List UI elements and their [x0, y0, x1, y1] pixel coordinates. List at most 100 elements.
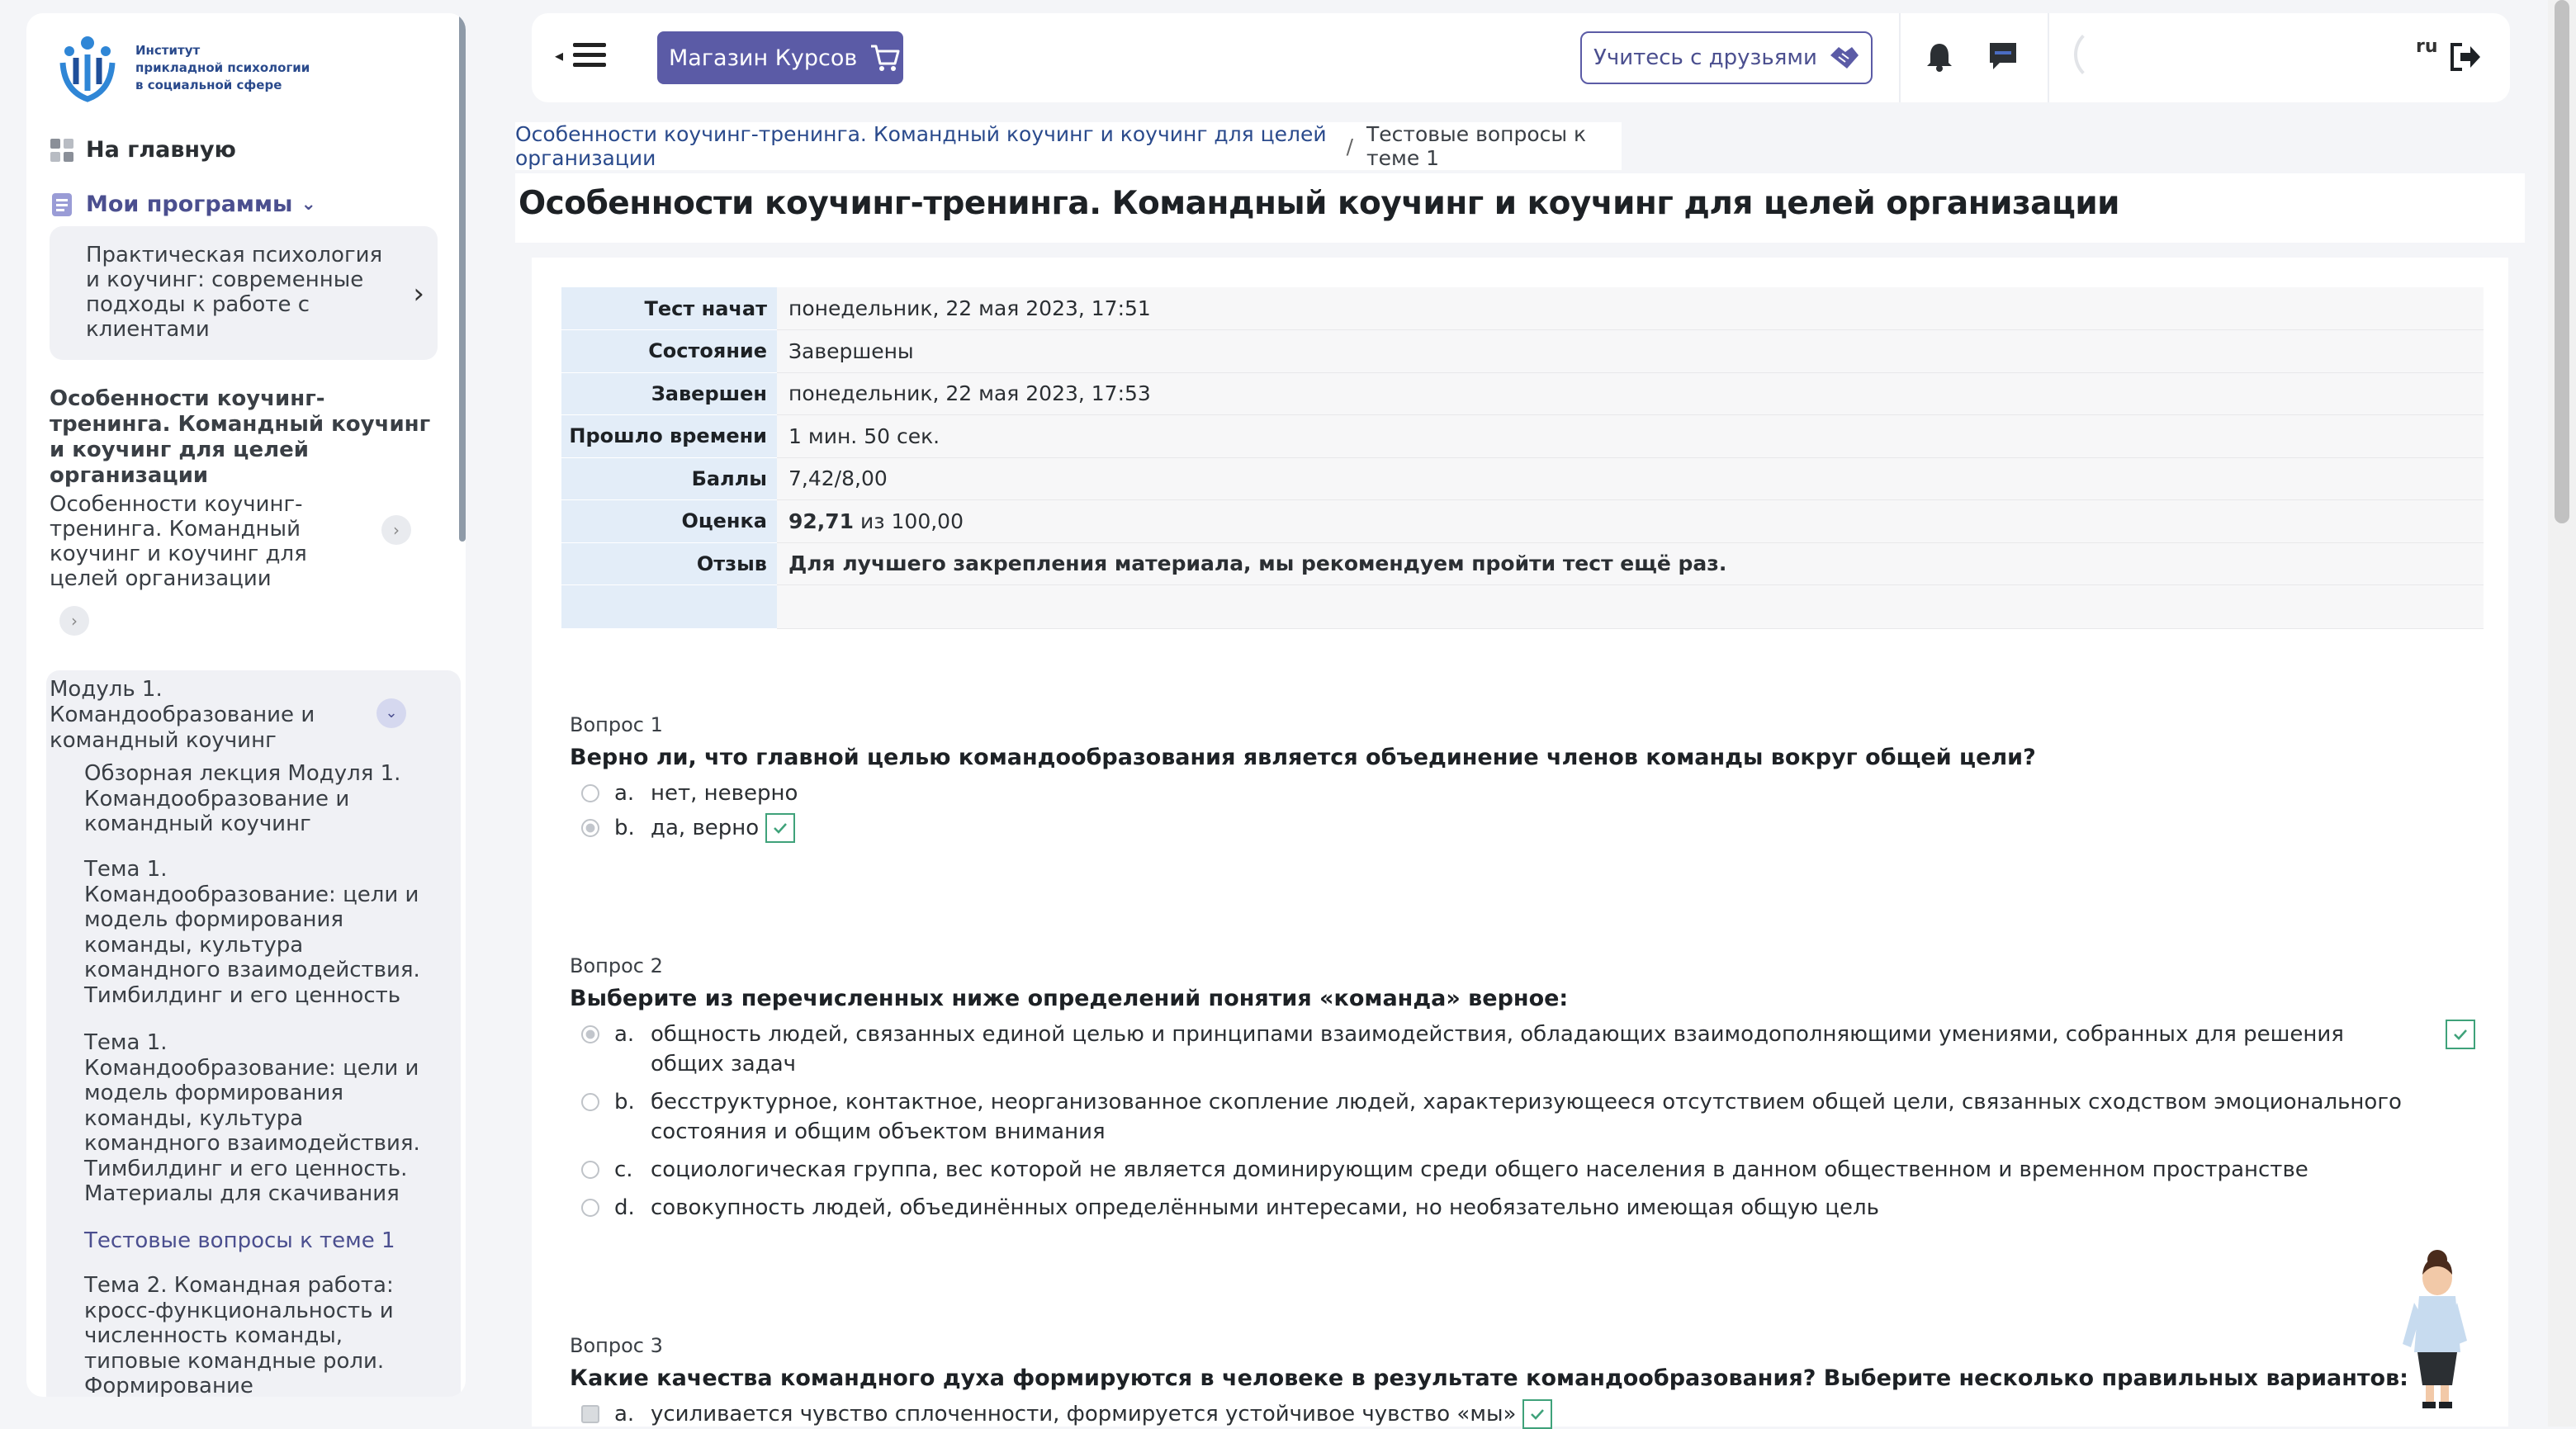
answer-text: совокупность людей, объединённых определ…	[651, 1195, 1879, 1220]
institute-logo[interactable]: Институт прикладной психологии в социаль…	[56, 33, 310, 102]
answer-radio[interactable]	[581, 1161, 599, 1179]
study-with-friends-button[interactable]: Учитесь с друзьями	[1580, 31, 1873, 84]
answer-letter: d.	[614, 1195, 635, 1220]
summary-value: 1 мин. 50 сек.	[777, 414, 2484, 458]
grade-max: из 100,00	[854, 509, 964, 533]
answer-letter: a.	[614, 1402, 635, 1427]
dashboard-icon	[50, 138, 73, 162]
collapse-left-icon: ◂	[555, 45, 564, 65]
header-divider	[1899, 13, 1901, 102]
module-item[interactable]: Тема 1. Командообразование: цели и модел…	[84, 857, 423, 1008]
question-3: Вопрос 3 Какие качества командного духа …	[570, 1334, 2493, 1429]
summary-row: Отзыв Для лучшего закрепления материала, …	[561, 542, 2484, 585]
language-switch[interactable]: ru	[2416, 38, 2438, 56]
summary-label: Баллы	[561, 457, 777, 500]
answer-text: социологическая группа, вес которой не я…	[651, 1157, 2308, 1182]
correct-check-icon	[2446, 1020, 2475, 1049]
program-card[interactable]: Практическая психология и коучинг: совре…	[50, 226, 438, 360]
sidebar-scrollbar[interactable]	[459, 13, 466, 542]
question-text: Выберите из перечисленных ниже определен…	[570, 986, 1569, 1011]
quiz-review: Тест начат понедельник, 22 мая 2023, 17:5…	[532, 258, 2508, 1429]
attempt-summary-table: Тест начат понедельник, 22 мая 2023, 17:5…	[561, 287, 2484, 629]
home-label: На главную	[86, 137, 236, 163]
course-expand-button[interactable]: ›	[381, 515, 411, 545]
user-avatar-loading[interactable]	[2074, 26, 2130, 83]
module-item[interactable]: Тема 2. Командная работа: кросс-функцион…	[84, 1273, 423, 1397]
bell-icon[interactable]	[1924, 41, 1955, 73]
answer-option: c. социологическая группа, вес которой н…	[570, 1155, 2493, 1185]
page-title: Особенности коучинг-тренинга. Командный …	[519, 185, 2120, 222]
answer-radio-selected[interactable]	[581, 819, 599, 837]
module-item[interactable]: Тема 1. Командообразование: цели и модел…	[84, 1030, 423, 1207]
course-item[interactable]: Особенности коучинг-тренинга. Командный …	[50, 492, 330, 591]
my-programs-label: Мои программы	[86, 192, 293, 217]
top-header: ◂ Магазин Курсов Учитесь с друзьями ru	[532, 13, 2510, 102]
answer-radio[interactable]	[581, 1093, 599, 1111]
assistant-avatar[interactable]	[2386, 1245, 2485, 1410]
summary-row: Прошло времени 1 мин. 50 сек.	[561, 414, 2484, 458]
summary-row: Баллы 7,42/8,00	[561, 457, 2484, 500]
summary-value: Завершены	[777, 329, 2484, 373]
answer-option: b. да, верно	[570, 813, 2493, 843]
program-card-label: Практическая психология и коучинг: совре…	[86, 243, 383, 342]
question-number: Вопрос 3	[570, 1334, 663, 1357]
answer-radio-selected[interactable]	[581, 1025, 599, 1043]
answer-text: да, верно	[651, 816, 760, 840]
correct-check-icon	[1522, 1399, 1553, 1429]
page-scrollbar-thumb[interactable]	[2555, 0, 2569, 523]
breadcrumb-current: Тестовые вопросы к теме 1	[1366, 122, 1587, 170]
course-title: Особенности коучинг-тренинга. Командный …	[50, 386, 431, 488]
module-title[interactable]: Модуль 1. Командообразование и командный…	[50, 677, 363, 754]
breadcrumb-course-link[interactable]: Особенности коучинг-тренинга. Командный …	[515, 122, 1333, 170]
answer-option: a. общность людей, связанных единой цель…	[570, 1020, 2493, 1079]
page-scrollbar[interactable]	[2548, 0, 2576, 1427]
answer-letter: b.	[614, 1090, 635, 1114]
summary-label: Прошло времени	[561, 414, 777, 458]
summary-label: Завершен	[561, 372, 777, 415]
module-item[interactable]: Обзорная лекция Модуля 1. Командообразов…	[84, 761, 423, 837]
course-shop-label: Магазин Курсов	[669, 45, 858, 71]
chevron-right-icon: ›	[413, 277, 424, 310]
answer-option: a. усиливается чувство сплоченности, фор…	[570, 1399, 2493, 1429]
summary-label: Тест начат	[561, 287, 777, 330]
question-number: Вопрос 2	[570, 954, 663, 977]
home-link[interactable]: На главную	[50, 137, 236, 163]
breadcrumb-separator: /	[1346, 134, 1354, 159]
summary-value: Для лучшего закрепления материала, мы ре…	[777, 542, 2484, 585]
logout-icon[interactable]	[2449, 41, 2482, 73]
answer-text: общность людей, связанных единой целью и…	[651, 1022, 2344, 1076]
correct-check-icon	[765, 813, 796, 843]
summary-label: Состояние	[561, 329, 777, 373]
question-1: Вопрос 1 Верно ли, что главной целью ком…	[570, 713, 2493, 843]
menu-toggle[interactable]: ◂	[555, 41, 607, 69]
summary-row: Завершен понедельник, 22 мая 2023, 17:53	[561, 372, 2484, 415]
answer-checkbox-checked[interactable]	[581, 1405, 599, 1423]
summary-value: понедельник, 22 мая 2023, 17:53	[777, 372, 2484, 415]
study-with-friends-label: Учитесь с друзьями	[1593, 45, 1817, 70]
answer-radio[interactable]	[581, 1199, 599, 1217]
my-programs-toggle[interactable]: Мои программы ⌄	[50, 192, 316, 217]
summary-label: Отзыв	[561, 542, 777, 585]
chat-icon[interactable]	[1986, 40, 2020, 73]
module-item-active[interactable]: Тестовые вопросы к теме 1	[84, 1228, 423, 1254]
answer-letter: a.	[614, 1022, 635, 1047]
answer-text: усиливается чувство сплоченности, формир…	[651, 1402, 1517, 1427]
answer-text: бесструктурное, контактное, неорганизова…	[651, 1090, 2402, 1144]
course-shop-button[interactable]: Магазин Курсов	[657, 31, 903, 84]
answer-letter: c.	[614, 1157, 633, 1182]
book-icon	[52, 192, 72, 216]
sidebar: Институт прикладной психологии в социаль…	[26, 13, 466, 1397]
grade-value: 92,71	[788, 509, 855, 533]
answer-radio[interactable]	[581, 784, 599, 802]
summary-value: 92,71 из 100,00	[777, 499, 2484, 543]
handshake-icon	[1830, 47, 1859, 69]
cart-icon	[871, 45, 900, 71]
summary-filler-label	[561, 584, 777, 629]
section-expand-button[interactable]: ›	[59, 606, 89, 636]
question-text: Верно ли, что главной целью командообраз…	[570, 745, 2036, 770]
module-collapse-button[interactable]: ⌄	[376, 698, 406, 728]
summary-value: понедельник, 22 мая 2023, 17:51	[777, 287, 2484, 330]
answer-letter: a.	[614, 781, 635, 806]
answer-option: d. совокупность людей, объединённых опре…	[570, 1193, 2493, 1223]
summary-label: Оценка	[561, 499, 777, 543]
